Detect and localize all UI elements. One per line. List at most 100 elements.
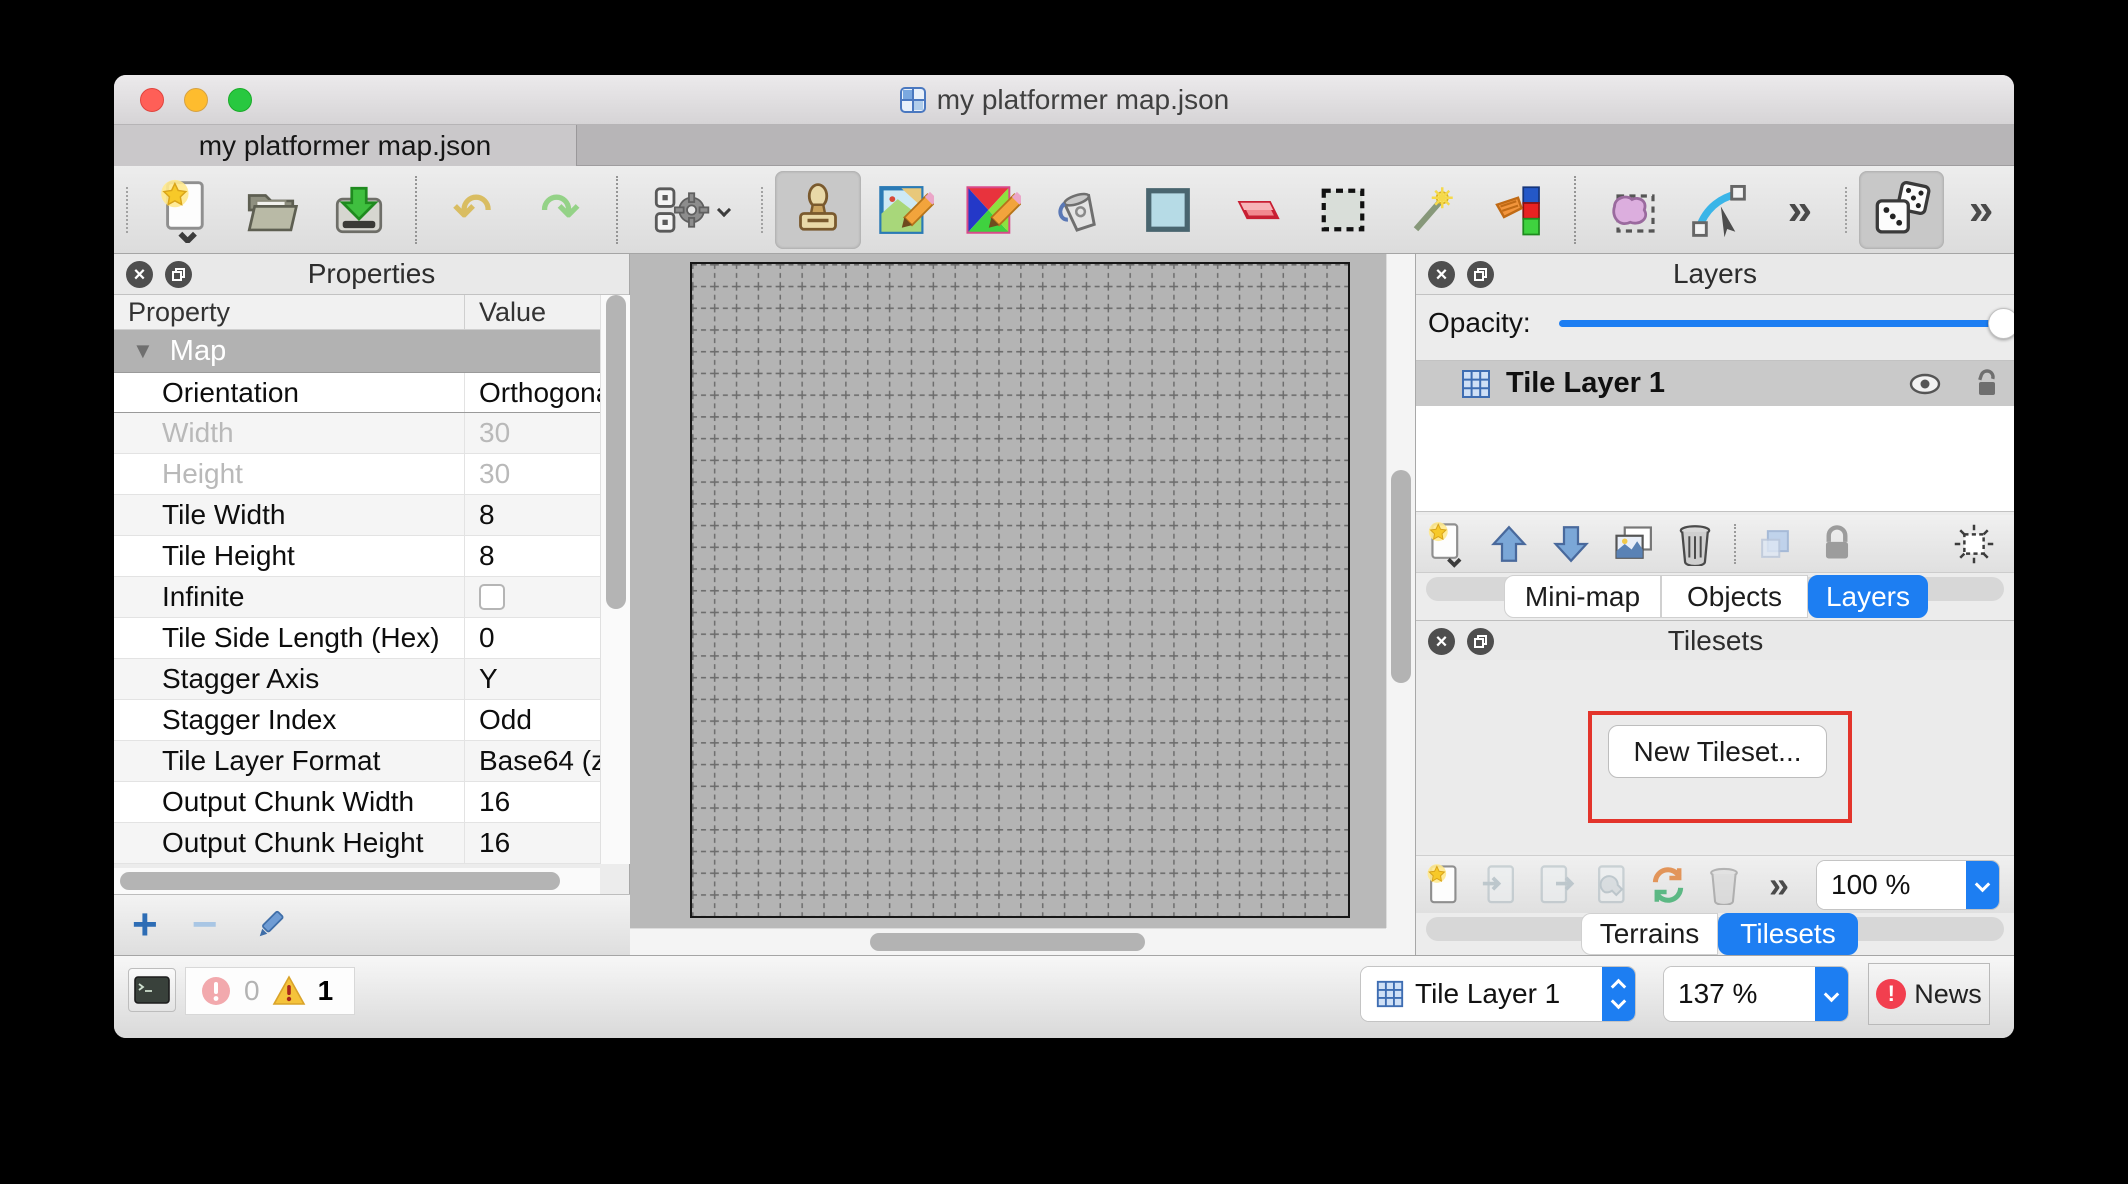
lock-other-layers-button[interactable] (1806, 516, 1868, 572)
layer-row-selected[interactable]: Tile Layer 1 (1416, 361, 2014, 406)
property-row[interactable]: Output Chunk Height 16 (114, 823, 600, 864)
new-layer-button[interactable] (1416, 516, 1478, 572)
stamp-brush-tool[interactable] (775, 171, 861, 249)
duplicate-layer-button[interactable] (1602, 516, 1664, 572)
combo-dropdown-icon[interactable] (1815, 967, 1848, 1021)
bucket-fill-tool[interactable] (1036, 170, 1124, 250)
edit-polygons-tool[interactable] (1675, 170, 1763, 250)
toolbar-overflow-button[interactable]: » (1944, 170, 2014, 250)
random-mode-button[interactable] (1859, 171, 1945, 249)
canvas-vertical-scrollbar[interactable] (1386, 254, 1415, 928)
property-group-map[interactable]: ▼ Map (114, 330, 600, 372)
select-same-tile-tool[interactable] (1474, 170, 1562, 250)
remove-property-button[interactable]: − (192, 900, 218, 950)
map-grid[interactable] (690, 262, 1350, 918)
terrain-brush-tool[interactable] (861, 170, 949, 250)
property-row[interactable]: Tile Height 8 (114, 536, 600, 577)
magic-wand-tool[interactable] (1387, 170, 1475, 250)
layer-lock-icon[interactable] (1973, 368, 2001, 400)
delete-layer-button[interactable] (1664, 516, 1726, 572)
show-other-layers-button[interactable] (1744, 516, 1806, 572)
property-row[interactable]: Height 30 (114, 454, 600, 495)
open-file-button[interactable] (228, 170, 316, 250)
opacity-slider[interactable] (1559, 308, 2014, 338)
undo-button[interactable]: ↶ (429, 170, 517, 250)
new-tileset-toolbar-button[interactable] (1416, 857, 1472, 913)
combo-dropdown-icon[interactable] (1966, 861, 1999, 909)
tab-mini-map[interactable]: Mini-map (1504, 575, 1661, 618)
property-row[interactable]: Infinite (114, 577, 600, 618)
tilesets-overflow-button[interactable]: » (1752, 857, 1802, 913)
property-row[interactable]: Tile Layer Format Base64 (z (114, 741, 600, 782)
select-objects-tool[interactable] (1588, 170, 1676, 250)
scrollbar-handle[interactable] (120, 872, 560, 890)
export-tileset-button[interactable] (1528, 857, 1584, 913)
toolbar-drag-handle[interactable] (761, 187, 763, 233)
float-panel-button[interactable] (165, 261, 192, 288)
close-panel-button[interactable]: × (126, 261, 153, 288)
new-map-button[interactable] (140, 170, 228, 250)
close-window-button[interactable] (140, 88, 164, 112)
news-button[interactable]: ! News (1868, 963, 1990, 1025)
edit-property-button[interactable] (251, 905, 291, 945)
toolbar-drag-handle[interactable] (126, 187, 128, 233)
tab-terrains[interactable]: Terrains (1581, 913, 1718, 955)
minimize-window-button[interactable] (184, 88, 208, 112)
rectangular-select-tool[interactable] (1299, 170, 1387, 250)
highlight-current-layer-button[interactable] (1943, 516, 2005, 572)
properties-vertical-scrollbar[interactable] (600, 295, 630, 864)
scrollbar-handle[interactable] (1391, 470, 1411, 683)
zoom-select-combo[interactable]: 137 % (1663, 966, 1849, 1022)
map-canvas-area[interactable] (630, 254, 1415, 955)
zoom-window-button[interactable] (228, 88, 252, 112)
tab-tilesets[interactable]: Tilesets (1718, 913, 1858, 955)
redo-button[interactable]: ↷ (516, 170, 604, 250)
opacity-row: Opacity: (1416, 300, 2014, 345)
tileset-zoom-combo[interactable]: 100 % (1816, 860, 2000, 910)
lower-layer-button[interactable] (1540, 516, 1602, 572)
tab-objects[interactable]: Objects (1661, 575, 1808, 618)
tools-overflow-button[interactable]: » (1763, 170, 1833, 250)
float-panel-button[interactable] (1467, 261, 1494, 288)
new-tileset-button[interactable]: New Tileset... (1608, 725, 1827, 778)
properties-horizontal-scrollbar[interactable] (114, 868, 600, 894)
shape-fill-tool[interactable] (1124, 170, 1212, 250)
save-file-button[interactable] (315, 170, 403, 250)
layer-visibility-icon[interactable] (1907, 369, 1943, 399)
document-tab[interactable]: my platformer map.json (114, 125, 577, 166)
float-panel-button[interactable] (1467, 628, 1494, 655)
property-row[interactable]: Output Chunk Width 16 (114, 782, 600, 823)
raise-layer-button[interactable] (1478, 516, 1540, 572)
infinite-checkbox[interactable] (479, 584, 505, 610)
property-row[interactable]: Stagger Axis Y (114, 659, 600, 700)
remove-tileset-button[interactable] (1696, 857, 1752, 913)
titlebar[interactable]: my platformer map.json (114, 75, 2014, 125)
property-row[interactable]: Width 30 (114, 413, 600, 454)
automap-button[interactable] (630, 170, 749, 250)
close-panel-button[interactable]: × (1428, 628, 1455, 655)
eraser-tool[interactable] (1211, 170, 1299, 250)
toolbar-drag-handle[interactable] (1845, 187, 1847, 233)
add-property-button[interactable]: + (132, 900, 158, 950)
scrollbar-handle[interactable] (606, 295, 626, 609)
close-panel-button[interactable]: × (1428, 261, 1455, 288)
slider-track[interactable] (1559, 320, 2014, 327)
property-row[interactable]: Orientation Orthogona (114, 372, 600, 413)
property-row[interactable]: Tile Width 8 (114, 495, 600, 536)
combo-spinner-icon[interactable] (1602, 967, 1635, 1021)
issues-counter[interactable]: 0 1 (185, 967, 355, 1015)
edit-tileset-button[interactable] (1584, 857, 1640, 913)
refresh-tileset-button[interactable] (1640, 857, 1696, 913)
import-tileset-button[interactable] (1472, 857, 1528, 913)
toolbar-separator (1734, 524, 1736, 564)
console-button[interactable] (128, 968, 176, 1012)
layer-select-combo[interactable]: Tile Layer 1 (1360, 966, 1636, 1022)
tab-layers[interactable]: Layers (1808, 575, 1928, 618)
property-row[interactable]: Stagger Index Odd (114, 700, 600, 741)
slider-knob[interactable] (1988, 308, 2014, 339)
canvas-horizontal-scrollbar[interactable] (630, 928, 1386, 955)
property-row[interactable]: Tile Side Length (Hex) 0 (114, 618, 600, 659)
collapse-triangle-icon[interactable]: ▼ (132, 338, 154, 364)
scrollbar-handle[interactable] (870, 933, 1145, 951)
wang-brush-tool[interactable] (949, 170, 1037, 250)
